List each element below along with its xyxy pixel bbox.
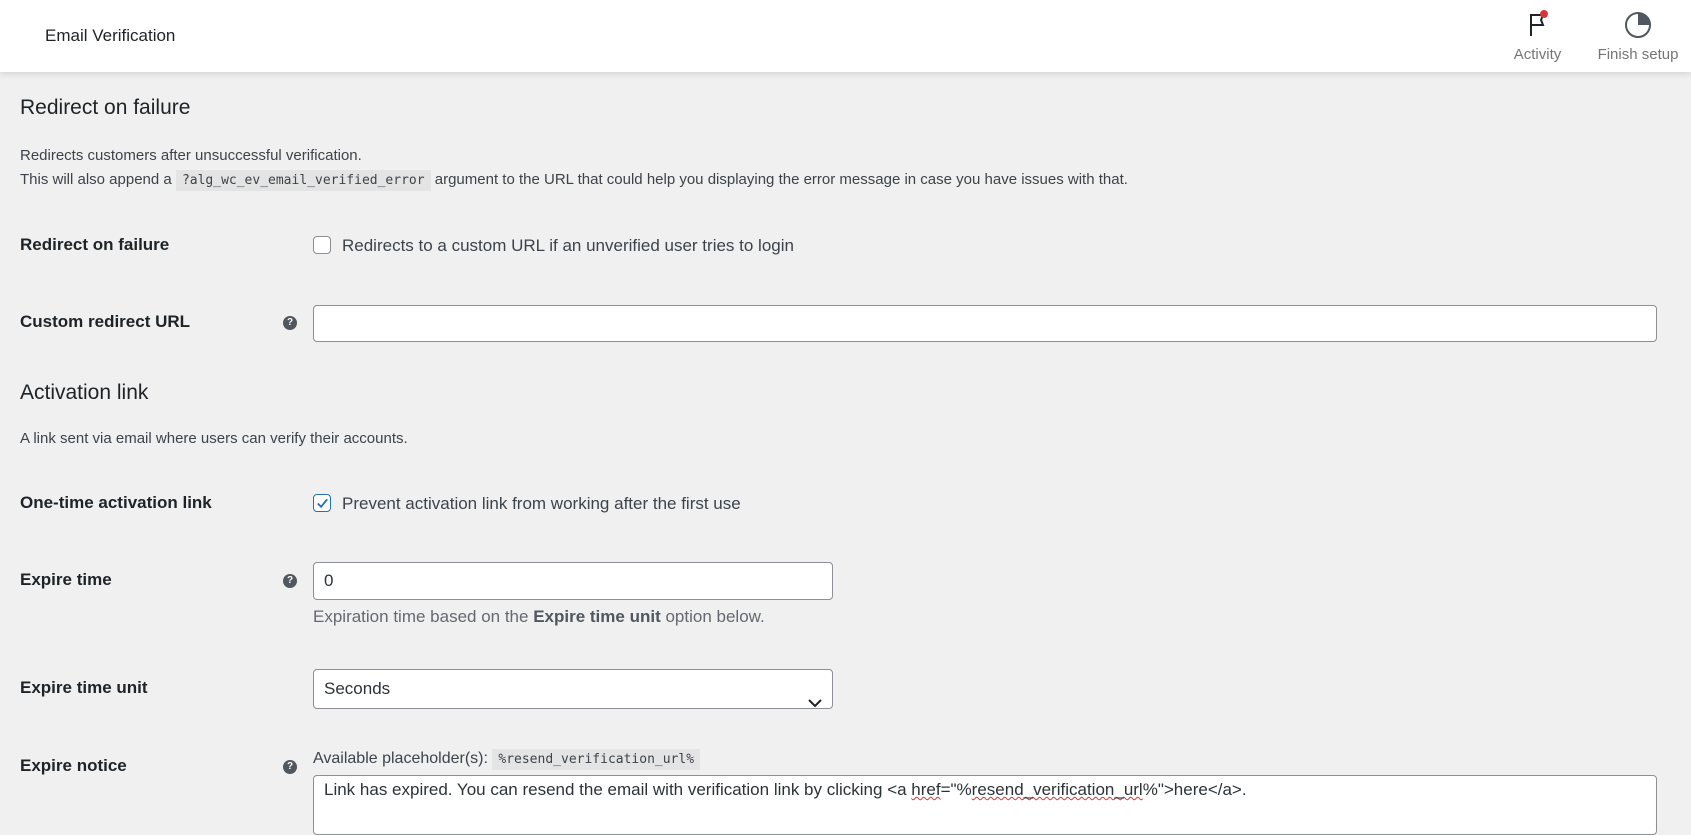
- description-line: Redirects customers after unsuccessful v…: [20, 147, 362, 164]
- question-icon[interactable]: ?: [283, 760, 297, 774]
- question-icon[interactable]: ?: [283, 316, 297, 330]
- select-value: Seconds: [324, 679, 391, 698]
- placeholder-code: %resend_verification_url%: [492, 749, 701, 770]
- url-argument-code: ?alg_wc_ev_email_verified_error: [175, 170, 431, 191]
- page-title: Email Verification: [45, 26, 176, 45]
- expire-time-description: Expiration time based on the Expire time…: [313, 607, 765, 626]
- settings-content: Redirect on failure Redirects customers …: [20, 72, 1691, 835]
- one-time-activation-label: One-time activation link: [20, 493, 212, 512]
- finish-setup-button[interactable]: Finish setup: [1592, 8, 1684, 63]
- redirect-on-failure-checkbox[interactable]: [313, 236, 331, 254]
- progress-circle-icon: [1592, 8, 1684, 42]
- activity-label: Activity: [1513, 46, 1562, 63]
- one-time-activation-checkbox-label[interactable]: Prevent activation link from working aft…: [342, 494, 741, 514]
- expire-notice-label: Expire notice: [20, 756, 127, 775]
- placeholders-line: Available placeholder(s): %resend_verifi…: [313, 749, 701, 770]
- expire-time-unit-select[interactable]: Seconds: [313, 669, 833, 709]
- description-line: This will also append a ?alg_wc_ev_email…: [20, 168, 1620, 193]
- custom-redirect-url-input[interactable]: [313, 305, 1657, 342]
- section-heading-activation: Activation link: [20, 381, 149, 404]
- checkmark-icon: [317, 498, 328, 509]
- flag-icon: [1510, 8, 1565, 42]
- section-description-activation: A link sent via email where users can ve…: [20, 430, 408, 447]
- expire-time-label: Expire time: [20, 570, 112, 589]
- expire-time-unit-label: Expire time unit: [20, 678, 148, 697]
- chevron-down-icon: [808, 684, 822, 722]
- section-heading-redirect: Redirect on failure: [20, 96, 191, 119]
- expire-notice-textarea[interactable]: Link has expired. You can resend the ema…: [313, 775, 1657, 835]
- one-time-activation-checkbox[interactable]: [313, 494, 331, 512]
- section-description-redirect: Redirects customers after unsuccessful v…: [20, 144, 1620, 193]
- expire-time-input[interactable]: 0: [313, 562, 833, 600]
- redirect-on-failure-checkbox-label[interactable]: Redirects to a custom URL if an unverifi…: [342, 236, 794, 256]
- activity-button[interactable]: Activity: [1510, 8, 1565, 63]
- top-bar: Email Verification Activity Finish setup: [0, 0, 1691, 72]
- redirect-on-failure-label: Redirect on failure: [20, 235, 170, 254]
- finish-setup-label: Finish setup: [1597, 46, 1679, 63]
- question-icon[interactable]: ?: [283, 574, 297, 588]
- custom-redirect-url-label: Custom redirect URL: [20, 312, 191, 331]
